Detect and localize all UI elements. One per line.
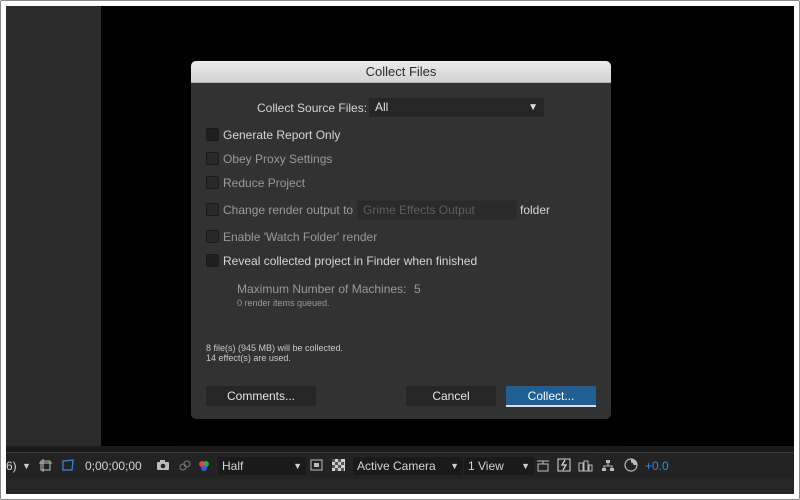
watch-folder-checkbox[interactable] — [206, 230, 219, 243]
collect-button[interactable]: Collect... — [506, 386, 596, 407]
queued-text: 0 render items queued. — [237, 298, 330, 308]
magnification-dropdown-icon[interactable]: ▼ — [22, 461, 31, 471]
show-snapshot-icon[interactable] — [178, 459, 192, 474]
region-of-interest-icon[interactable] — [310, 459, 323, 473]
max-machines-label: Maximum Number of Machines: — [237, 282, 407, 296]
camera-dropdown-icon: ▼ — [450, 461, 459, 471]
project-panel — [6, 6, 101, 446]
magnification-value[interactable]: 6) — [6, 459, 17, 473]
channel-rgb-icon[interactable] — [197, 459, 211, 474]
render-output-field[interactable]: Grime Effects Output — [357, 200, 517, 220]
reset-exposure-icon[interactable] — [624, 458, 638, 474]
snapshot-camera-icon[interactable] — [156, 459, 170, 473]
timeline-strip — [6, 478, 794, 494]
change-render-output-checkbox[interactable] — [206, 203, 219, 216]
view-layout-select[interactable]: 1 View ▼ — [464, 457, 534, 475]
resolution-value: Half — [222, 459, 244, 473]
collect-source-label: Collect Source Files: — [257, 101, 368, 115]
resolution-dropdown-icon: ▼ — [293, 461, 302, 471]
toggle-pixel-aspect-icon[interactable] — [536, 459, 550, 474]
comments-button[interactable]: Comments... — [206, 386, 316, 406]
mask-visibility-icon[interactable] — [61, 458, 75, 474]
reduce-project-checkbox[interactable] — [206, 176, 219, 189]
generate-report-label: Generate Report Only — [223, 128, 341, 142]
timeline-icon[interactable] — [578, 459, 593, 474]
resolution-select[interactable]: Half ▼ — [218, 457, 306, 475]
collect-source-value: All — [375, 100, 389, 114]
chevron-down-icon: ▼ — [528, 102, 538, 113]
cancel-button[interactable]: Cancel — [406, 386, 496, 406]
exposure-value[interactable]: +0.0 — [645, 459, 669, 473]
obey-proxy-checkbox[interactable] — [206, 152, 219, 165]
camera-select[interactable]: Active Camera ▼ — [353, 457, 463, 475]
reduce-project-label: Reduce Project — [223, 176, 306, 190]
transparency-grid-icon[interactable] — [332, 459, 345, 473]
obey-proxy-label: Obey Proxy Settings — [223, 152, 333, 166]
summary-effects: 14 effect(s) are used. — [206, 353, 291, 363]
collect-source-select[interactable]: All ▼ — [369, 98, 544, 117]
generate-report-checkbox[interactable] — [206, 128, 219, 141]
max-machines-value: 5 — [414, 282, 421, 296]
view-layout-dropdown-icon: ▼ — [521, 461, 530, 471]
change-render-output-label: Change render output to — [223, 203, 354, 217]
reveal-in-finder-label: Reveal collected project in Finder when … — [223, 254, 478, 268]
current-time[interactable]: 0;00;00;00 — [85, 459, 142, 473]
dialog-title: Collect Files — [191, 61, 611, 83]
folder-label: folder — [520, 203, 551, 217]
fast-previews-icon[interactable] — [557, 458, 571, 474]
comp-flowchart-icon[interactable] — [601, 459, 615, 474]
collect-files-dialog: Collect Files Collect Source Files: All … — [191, 61, 611, 419]
grid-guides-icon[interactable] — [39, 458, 52, 474]
view-layout-value: 1 View — [468, 459, 504, 473]
camera-value: Active Camera — [357, 459, 436, 473]
summary-files: 8 file(s) (945 MB) will be collected. — [206, 343, 344, 353]
reveal-in-finder-checkbox[interactable] — [206, 254, 219, 267]
composition-toolbar: 6) ▼ 0;00;00;00 Half ▼ Active Camera ▼ 1… — [6, 452, 794, 478]
watch-folder-label: Enable 'Watch Folder' render — [223, 230, 378, 244]
